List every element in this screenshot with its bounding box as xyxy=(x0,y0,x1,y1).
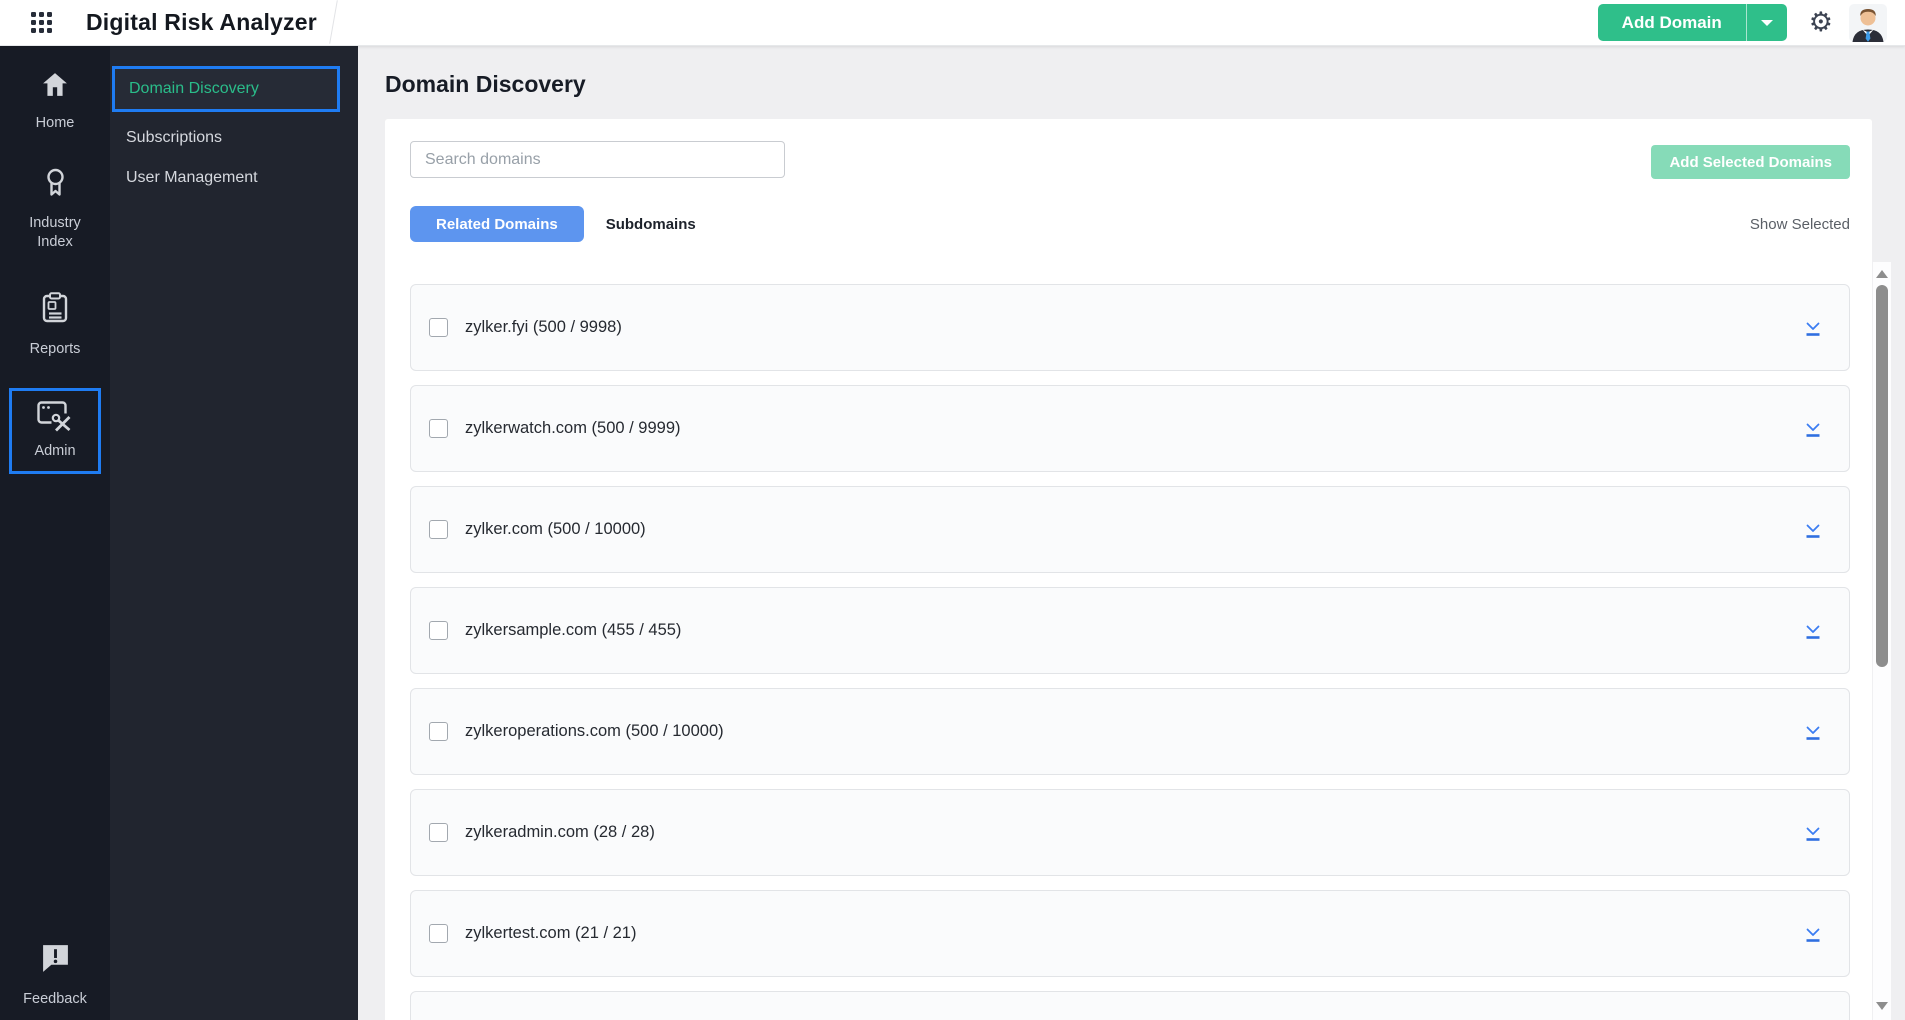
scroll-up-button[interactable] xyxy=(1876,270,1888,278)
sidebar-item-feedback[interactable]: Feedback xyxy=(23,944,87,1009)
domain-row[interactable]: zylkeradmin.com (28 / 28) xyxy=(410,789,1850,876)
tab-subdomains[interactable]: Subdomains xyxy=(606,216,696,233)
domain-label: zylkerwatch.com (500 / 9999) xyxy=(465,419,681,437)
sidebar-item-label: Home xyxy=(35,115,75,131)
home-icon xyxy=(42,72,68,102)
chevron-down-icon xyxy=(1760,19,1773,26)
add-domain-dropdown-button[interactable] xyxy=(1745,4,1787,41)
add-selected-domains-button[interactable]: Add Selected Domains xyxy=(1651,145,1850,179)
domain-label: zylkeroperations.com (500 / 10000) xyxy=(465,722,724,740)
domain-row[interactable]: zylkeroperations.com (500 / 10000) xyxy=(410,688,1850,775)
tab-related-domains[interactable]: Related Domains xyxy=(410,206,584,242)
expand-chevron-icon[interactable] xyxy=(1802,418,1824,440)
sidebar-item-label: Reports xyxy=(29,340,81,357)
domain-checkbox[interactable] xyxy=(429,318,448,337)
domain-checkbox[interactable] xyxy=(429,722,448,741)
primary-sidebar: Home Industry Index Reports Admin Feedba… xyxy=(0,46,110,1020)
sidebar-item-user-management[interactable]: User Management xyxy=(110,158,358,198)
add-domain-button[interactable]: Add Domain xyxy=(1597,4,1746,41)
domain-discovery-panel: Add Selected Domains Related Domains Sub… xyxy=(385,119,1872,1020)
sidebar-item-domain-discovery[interactable]: Domain Discovery xyxy=(112,66,340,112)
app-window: Digital Risk Analyzer Add Domain ⚙ Home … xyxy=(0,0,1905,1020)
avatar[interactable] xyxy=(1849,3,1887,42)
domain-row[interactable]: zylkertest.com (21 / 21) xyxy=(410,890,1850,977)
domain-checkbox[interactable] xyxy=(429,520,448,539)
sidebar-item-reports[interactable]: Reports xyxy=(29,291,81,359)
search-input[interactable] xyxy=(410,141,785,178)
sidebar-item-label: Admin xyxy=(34,443,76,460)
gear-icon[interactable]: ⚙ xyxy=(1809,9,1833,36)
page-title: Domain Discovery xyxy=(385,71,586,97)
scroll-down-button[interactable] xyxy=(1876,1002,1888,1010)
sidebar-item-label: Industry Index xyxy=(29,214,81,250)
expand-chevron-icon[interactable] xyxy=(1802,721,1824,743)
domain-checkbox[interactable] xyxy=(429,823,448,842)
expand-chevron-icon[interactable] xyxy=(1802,620,1824,642)
domain-row[interactable]: zylker.com (500 / 10000) xyxy=(410,486,1850,573)
sidebar-item-industry-index[interactable]: Industry Index xyxy=(16,167,94,252)
expand-chevron-icon[interactable] xyxy=(1802,519,1824,541)
app-title: Digital Risk Analyzer xyxy=(86,9,317,35)
domain-checkbox[interactable] xyxy=(429,419,448,438)
sidebar-item-admin[interactable]: Admin xyxy=(9,388,101,475)
domain-label: zylkeradmin.com (28 / 28) xyxy=(465,823,655,841)
expand-chevron-icon[interactable] xyxy=(1802,317,1824,339)
scrollbar-track[interactable] xyxy=(1872,262,1891,1020)
domain-label: zylkersample.com (455 / 455) xyxy=(465,621,682,639)
domain-checkbox[interactable] xyxy=(429,924,448,943)
tabs-row: Related Domains Subdomains Show Selected xyxy=(410,206,1850,242)
expand-chevron-icon[interactable] xyxy=(1802,822,1824,844)
scrollbar-thumb[interactable] xyxy=(1876,285,1888,667)
domain-list: zylker.fyi (500 / 9998) zylkerwatch.com … xyxy=(410,284,1850,1020)
title-divider xyxy=(329,0,338,44)
domain-row[interactable]: zylker.fyi (500 / 9998) xyxy=(410,284,1850,371)
domain-label: zylker.fyi (500 / 9998) xyxy=(465,318,622,336)
clipboard-icon xyxy=(42,291,68,328)
domain-row[interactable]: zylkerwatch.com (500 / 9999) xyxy=(410,385,1850,472)
sidebar-item-label: Feedback xyxy=(23,991,87,1008)
domain-label: zylkertest.com (21 / 21) xyxy=(465,924,637,942)
medal-icon xyxy=(42,167,69,202)
domain-checkbox[interactable] xyxy=(429,621,448,640)
main-content: Domain Discovery Add Selected Domains Re… xyxy=(358,46,1905,1020)
sidebar-item-subscriptions[interactable]: Subscriptions xyxy=(110,118,358,158)
expand-chevron-icon[interactable] xyxy=(1802,923,1824,945)
toolbar: Add Selected Domains xyxy=(410,141,1850,179)
add-domain-split-button: Add Domain xyxy=(1597,4,1787,41)
show-selected-link[interactable]: Show Selected xyxy=(1750,216,1850,233)
app-grid-icon[interactable] xyxy=(30,11,53,34)
top-bar: Digital Risk Analyzer Add Domain ⚙ xyxy=(0,0,1905,46)
domain-row[interactable]: zylkersample.com (455 / 455) xyxy=(410,587,1850,674)
secondary-sidebar: Domain Discovery Subscriptions User Mana… xyxy=(110,46,358,1020)
domain-row[interactable]: zylkercorp.com (500 / 10000) xyxy=(410,991,1850,1020)
domain-label: zylker.com (500 / 10000) xyxy=(465,520,646,538)
admin-tools-icon xyxy=(37,401,73,437)
feedback-bubble-icon xyxy=(40,944,71,978)
sidebar-item-home[interactable]: Home xyxy=(35,72,75,133)
